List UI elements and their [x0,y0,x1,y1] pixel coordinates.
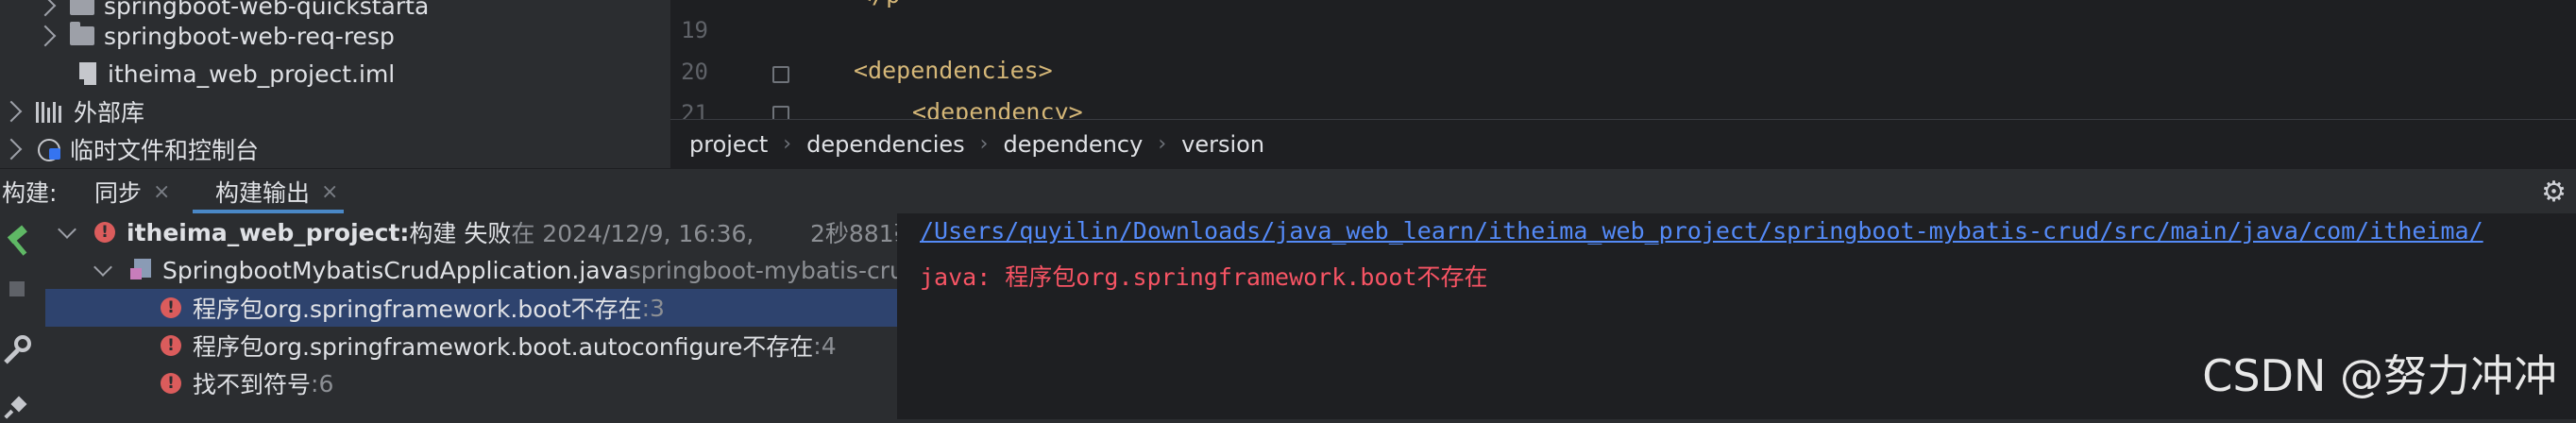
project-name: itheima_web_project: [127,218,410,246]
error-icon: ! [94,222,115,243]
build-tree: ! itheima_web_project: 构建 失败 在 2024/12/9… [45,213,898,419]
chevron-right-icon: › [1158,132,1167,156]
breadcrumb: project › dependencies › dependency › ve… [670,119,2576,168]
tab-sync[interactable]: 同步 × [94,169,170,214]
folder-icon [70,22,94,45]
chevron-right-icon[interactable] [0,138,23,161]
breadcrumb-item[interactable]: dependency [1003,131,1143,158]
tree-item-label: springboot-web-req-resp [104,22,395,50]
java-file-icon [130,259,153,281]
build-error-row[interactable]: ! 程序包org.springframework.boot.autoconfig… [45,327,897,364]
error-output-line: java: 程序包org.springframework.boot不存在 [920,263,1488,291]
build-error-row[interactable]: ! 程序包org.springframework.boot不存在 :3 [45,289,897,327]
code-line: <dependencies> [854,57,1053,84]
build-duration: 2秒881毫秒 [810,220,897,247]
wrench-icon[interactable] [4,335,31,364]
build-root-row[interactable]: ! itheima_web_project: 构建 失败 在 2024/12/9… [45,213,897,251]
stop-icon[interactable] [9,281,25,296]
error-line: :6 [311,369,334,398]
tree-item-label: 临时文件和控制台 [70,137,260,164]
line-number: 20 [681,59,708,85]
line-number: 21 [681,100,708,119]
library-icon [36,100,64,123]
fold-icon[interactable] [772,66,789,83]
tab-build-output[interactable]: 构建输出 × [215,169,338,214]
chevron-down-icon[interactable] [58,220,76,239]
hammer-icon[interactable] [7,225,27,256]
code-line: <dependency> [912,98,1083,119]
watermark: CSDN @努力冲冲 [2202,350,2557,401]
chevron-right-icon[interactable] [34,0,57,17]
error-message: 程序包org.springframework.boot.autoconfigur… [193,333,814,361]
error-line: :3 [641,294,665,322]
scratch-icon [36,137,60,161]
breadcrumb-item[interactable]: project [689,131,768,158]
gear-icon[interactable]: ⚙ [2541,176,2567,209]
error-message: 找不到符号 [193,371,312,398]
file-name: SpringbootMybatisCrudApplication.java [162,256,629,284]
chevron-right-icon[interactable] [34,25,57,47]
build-file-row[interactable]: SpringbootMybatisCrudApplication.java sp… [45,251,898,289]
error-icon: ! [161,335,181,356]
close-icon[interactable]: × [321,180,338,204]
breadcrumb-item[interactable]: dependencies [806,131,965,158]
tree-item-external-libraries[interactable]: 外部库 [0,93,145,130]
module-name: springboot-mybatis-crud [628,256,898,284]
tab-label: 构建输出 [215,179,311,207]
tab-label: 同步 [94,179,143,207]
chevron-right-icon[interactable] [0,100,23,123]
file-icon [76,62,96,87]
chevron-right-icon: › [979,132,989,156]
chevron-right-icon: › [783,132,792,156]
build-tool-strip [0,213,46,419]
error-message: 程序包org.springframework.boot不存在 [193,296,642,323]
fold-icon[interactable] [772,106,789,119]
tree-item-scratches[interactable]: 临时文件和控制台 [0,130,260,168]
code-editor[interactable]: </p 19 20 21 <dependencies> <dependency> [670,0,2576,119]
project-tree: springboot-web-quickstarta springboot-we… [0,0,670,168]
error-line: :4 [813,331,837,360]
source-path-link[interactable]: /Users/quyilin/Downloads/java_web_learn/… [920,217,2483,245]
build-label: 构建: [2,179,58,207]
build-error-row[interactable]: ! 找不到符号 :6 [45,364,897,402]
pin-icon[interactable] [4,396,27,419]
build-time: 在 2024/12/9, 16:36, [511,220,754,247]
folder-icon [70,0,94,15]
build-toolbar: 构建: 同步 × 构建输出 × [0,168,2576,213]
tool-strip-icons [4,225,31,419]
error-icon: ! [161,297,181,318]
chevron-down-icon[interactable] [93,258,112,277]
code-line: </p [857,0,900,8]
breadcrumb-item[interactable]: version [1181,131,1264,158]
error-icon: ! [161,373,181,394]
tree-item-iml[interactable]: itheima_web_project.iml [76,55,396,93]
build-status: 构建 失败 [409,220,512,247]
tree-item-label: 外部库 [74,99,145,127]
tree-item-label: itheima_web_project.iml [108,59,396,88]
close-icon[interactable]: × [153,180,170,204]
line-number: 19 [681,17,708,43]
tree-item-req-resp[interactable]: springboot-web-req-resp [34,17,395,55]
